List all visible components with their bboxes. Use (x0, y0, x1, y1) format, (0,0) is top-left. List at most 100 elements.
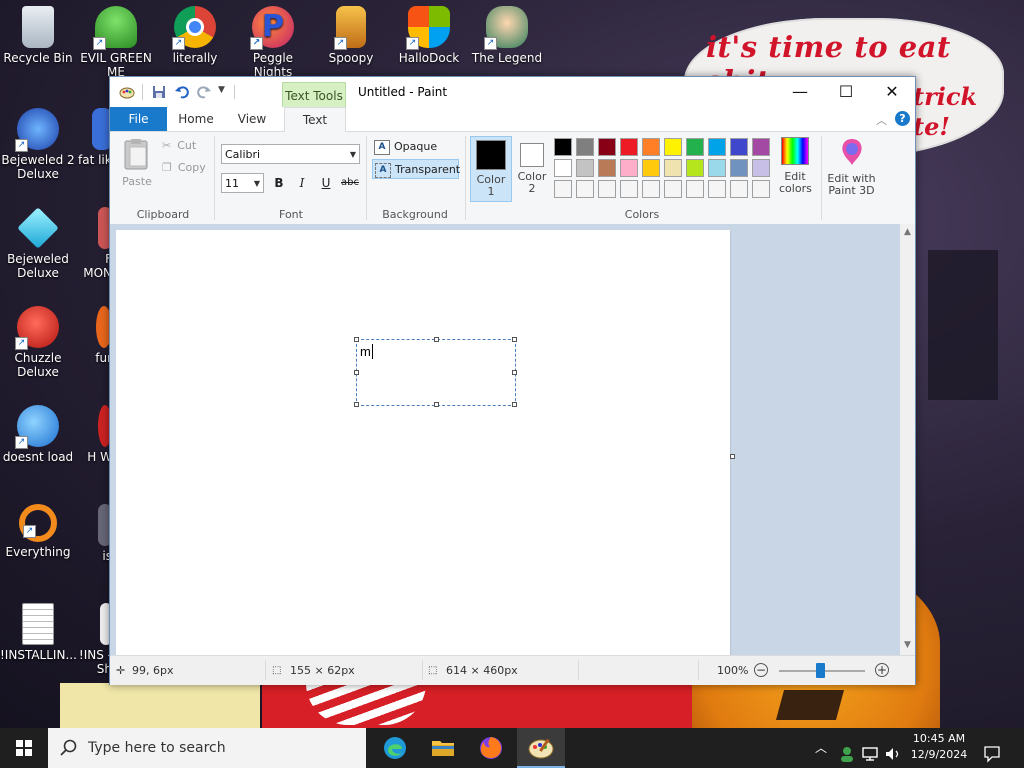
desktop-icon-fat-lik[interactable]: fat lik (78, 108, 112, 167)
resize-handle-ml[interactable] (354, 370, 359, 375)
taskbar-clock[interactable]: 10:45 AM 12/9/2024 (906, 731, 972, 763)
zoom-out-button[interactable]: − (754, 663, 768, 677)
tab-text[interactable]: Text (284, 107, 346, 133)
resize-handle-tl[interactable] (354, 337, 359, 342)
palette-swatch[interactable] (620, 159, 638, 177)
taskbar-paint[interactable] (517, 728, 565, 768)
palette-swatch[interactable] (576, 159, 594, 177)
taskbar-search-box[interactable]: Type here to search (48, 728, 366, 768)
palette-swatch[interactable] (708, 180, 726, 198)
text-box[interactable]: m (354, 337, 517, 407)
edit-colors-button[interactable]: Edit colors (774, 137, 816, 195)
maximize-button[interactable]: ☐ (823, 77, 869, 107)
taskbar-file-explorer[interactable] (419, 728, 467, 768)
show-hidden-icons[interactable]: ︿ (815, 728, 827, 768)
bold-button[interactable]: B (269, 173, 289, 193)
palette-swatch[interactable] (664, 138, 682, 156)
palette-swatch[interactable] (598, 180, 616, 198)
palette-swatch[interactable] (642, 180, 660, 198)
desktop-icon-f-mon[interactable]: F MON (78, 207, 112, 280)
drawing-canvas[interactable]: m (116, 230, 730, 655)
desktop-icon-peggle[interactable]: P ↗ Peggle Nights (234, 6, 312, 79)
palette-swatch[interactable] (598, 138, 616, 156)
paste-button[interactable]: Paste (117, 138, 157, 188)
help-icon[interactable]: ? (895, 111, 910, 126)
font-family-select[interactable]: Calibri ▼ (221, 144, 360, 164)
resize-handle-bc[interactable] (434, 402, 439, 407)
color2-selector[interactable]: Color 2 (513, 137, 551, 199)
resize-handle-tc[interactable] (434, 337, 439, 342)
edit-with-paint3d-button[interactable]: Edit with Paint 3D (824, 137, 879, 197)
desktop-icon-is[interactable]: is (78, 504, 112, 563)
palette-swatch[interactable] (576, 180, 594, 198)
minimize-button[interactable]: — (777, 77, 823, 107)
palette-swatch[interactable] (620, 138, 638, 156)
start-button[interactable] (0, 728, 48, 768)
palette-swatch[interactable] (708, 138, 726, 156)
palette-swatch[interactable] (642, 159, 660, 177)
palette-swatch[interactable] (708, 159, 726, 177)
title-bar[interactable]: ▼ Text Tools Untitled - Paint — ☐ ✕ (110, 77, 915, 108)
palette-swatch[interactable] (686, 180, 704, 198)
collapse-ribbon-icon[interactable]: ︿ (876, 112, 887, 128)
vertical-scrollbar[interactable]: ▲ ▼ (900, 224, 915, 655)
text-box-content[interactable]: m (360, 344, 373, 359)
palette-swatch[interactable] (686, 138, 704, 156)
color1-selector[interactable]: Color 1 (470, 136, 512, 202)
notification-center-icon[interactable] (983, 739, 1001, 763)
opaque-option[interactable]: A Opaque (372, 137, 458, 157)
font-size-select[interactable]: 11 ▼ (221, 173, 264, 193)
palette-swatch[interactable] (730, 180, 748, 198)
palette-swatch[interactable] (730, 159, 748, 177)
palette-swatch[interactable] (664, 159, 682, 177)
resize-handle-bl[interactable] (354, 402, 359, 407)
tab-view[interactable]: View (230, 107, 274, 131)
resize-handle-br[interactable] (512, 402, 517, 407)
palette-swatch[interactable] (730, 138, 748, 156)
transparent-option[interactable]: A Transparent (372, 159, 460, 179)
desktop-icon-evil-green[interactable]: ↗ EVIL GREEN ME (78, 6, 154, 76)
desktop-icon-chuzzle[interactable]: ↗ Chuzzle Deluxe (0, 306, 76, 379)
canvas-resize-handle[interactable] (730, 454, 735, 459)
people-icon[interactable] (838, 739, 856, 762)
canvas-workspace[interactable]: m (110, 224, 900, 655)
palette-swatch[interactable] (752, 180, 770, 198)
scroll-up-icon[interactable]: ▲ (900, 225, 915, 240)
desktop-icon-literally[interactable]: ↗ literally (157, 6, 233, 65)
desktop-icon-h-w[interactable]: H W (78, 405, 112, 464)
resize-handle-tr[interactable] (512, 337, 517, 342)
copy-button[interactable]: ❐ Copy (162, 159, 206, 177)
palette-swatch[interactable] (554, 138, 572, 156)
desktop-icon-ins-sh[interactable]: !INS -Sh (78, 603, 112, 676)
cut-button[interactable]: ✂ Cut (162, 137, 196, 155)
taskbar-edge[interactable] (371, 728, 419, 768)
customize-qat-icon[interactable]: ▼ (218, 85, 232, 99)
desktop-icon-bejeweled2[interactable]: ↗ Bejeweled 2 Deluxe (0, 108, 76, 181)
zoom-slider-thumb[interactable] (816, 663, 825, 678)
palette-swatch[interactable] (664, 180, 682, 198)
desktop-icon-the-legend[interactable]: ↗ The Legend (469, 6, 545, 65)
palette-swatch[interactable] (642, 138, 660, 156)
desktop-icon-installing[interactable]: !INSTALLIN... (0, 603, 77, 662)
palette-swatch[interactable] (752, 138, 770, 156)
desktop-icon-recycle-bin[interactable]: Recycle Bin (0, 6, 76, 65)
redo-icon[interactable] (197, 85, 211, 99)
resize-handle-mr[interactable] (512, 370, 517, 375)
italic-button[interactable]: I (292, 173, 312, 193)
volume-icon[interactable] (884, 739, 902, 760)
desktop-icon-doesnt-load[interactable]: ↗ doesnt load (0, 405, 76, 464)
palette-swatch[interactable] (686, 159, 704, 177)
desktop-icon-everything[interactable]: ↗ Everything (0, 504, 76, 559)
paint-app-icon[interactable] (119, 85, 135, 99)
palette-swatch[interactable] (752, 159, 770, 177)
save-icon[interactable] (152, 85, 166, 99)
underline-button[interactable]: U (316, 173, 336, 193)
palette-swatch[interactable] (554, 180, 572, 198)
desktop-icon-fur[interactable]: fur (78, 306, 112, 365)
strikethrough-button[interactable]: abc (339, 173, 361, 193)
desktop-icon-hallodock[interactable]: ↗ HalloDock (391, 6, 467, 65)
network-icon[interactable] (862, 739, 880, 761)
close-button[interactable]: ✕ (869, 77, 915, 107)
palette-swatch[interactable] (598, 159, 616, 177)
palette-swatch[interactable] (576, 138, 594, 156)
